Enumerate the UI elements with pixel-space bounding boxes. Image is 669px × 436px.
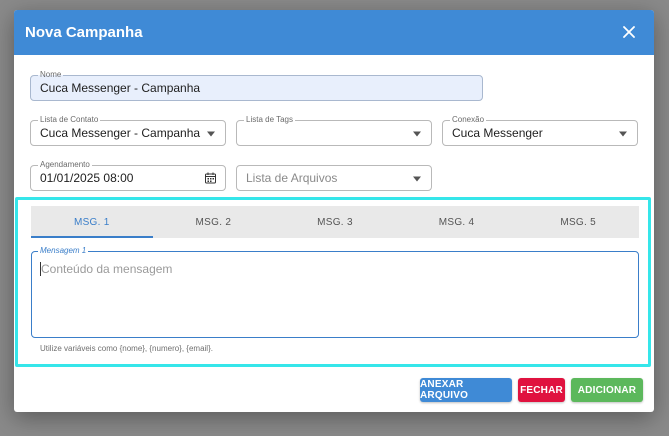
nome-label: Nome: [38, 70, 64, 80]
nome-value: Cuca Messenger - Campanha: [40, 81, 201, 95]
chevron-down-icon: [619, 131, 627, 137]
tab-msg-5[interactable]: MSG. 5: [517, 206, 639, 238]
contact-list-value: Cuca Messenger - Campanha: [40, 126, 201, 140]
chevron-down-icon: [207, 131, 215, 137]
message-textarea[interactable]: Mensagem 1 Conteúdo da mensagem: [31, 246, 639, 338]
message-tabs: MSG. 1 MSG. 2 MSG. 3 MSG. 4 MSG. 5: [31, 206, 639, 238]
file-list-placeholder: Lista de Arquivos: [246, 171, 338, 185]
tab-msg-1[interactable]: MSG. 1: [31, 206, 153, 238]
connection-value: Cuca Messenger: [452, 126, 543, 140]
chevron-down-icon: [413, 176, 421, 182]
close-icon[interactable]: [618, 21, 640, 43]
message-label: Mensagem 1: [38, 246, 89, 256]
add-button[interactable]: ADICIONAR: [571, 378, 643, 402]
close-button[interactable]: FECHAR: [518, 378, 565, 402]
file-list-select[interactable]: Lista de Arquivos: [236, 165, 432, 191]
nome-field[interactable]: Nome Cuca Messenger - Campanha: [30, 70, 483, 101]
connection-label: Conexão: [450, 115, 487, 125]
dialog-title: Nova Campanha: [25, 24, 143, 41]
connection-select[interactable]: Conexão Cuca Messenger: [442, 115, 638, 146]
chevron-down-icon: [413, 131, 421, 137]
tab-msg-4[interactable]: MSG. 4: [396, 206, 518, 238]
tab-msg-2[interactable]: MSG. 2: [153, 206, 275, 238]
tab-msg-3[interactable]: MSG. 3: [274, 206, 396, 238]
message-placeholder: Conteúdo da mensagem: [40, 262, 173, 276]
contact-list-select[interactable]: Lista de Contato Cuca Messenger - Campan…: [30, 115, 226, 146]
dialog-header: Nova Campanha: [14, 10, 654, 55]
variables-helper-text: Utilize variáveis como {nome}, {numero},…: [40, 344, 213, 353]
tag-list-label: Lista de Tags: [244, 115, 295, 125]
calendar-icon[interactable]: [205, 172, 216, 184]
schedule-datetime-input[interactable]: Agendamento 01/01/2025 08:00: [30, 160, 226, 191]
message-panel: MSG. 1 MSG. 2 MSG. 3 MSG. 4 MSG. 5 Mensa…: [15, 197, 651, 367]
tag-list-select[interactable]: Lista de Tags: [236, 115, 432, 146]
attach-file-button[interactable]: ANEXAR ARQUIVO: [420, 378, 512, 402]
schedule-value: 01/01/2025 08:00: [40, 171, 134, 185]
contact-list-label: Lista de Contato: [38, 115, 101, 125]
schedule-label: Agendamento: [38, 160, 92, 170]
